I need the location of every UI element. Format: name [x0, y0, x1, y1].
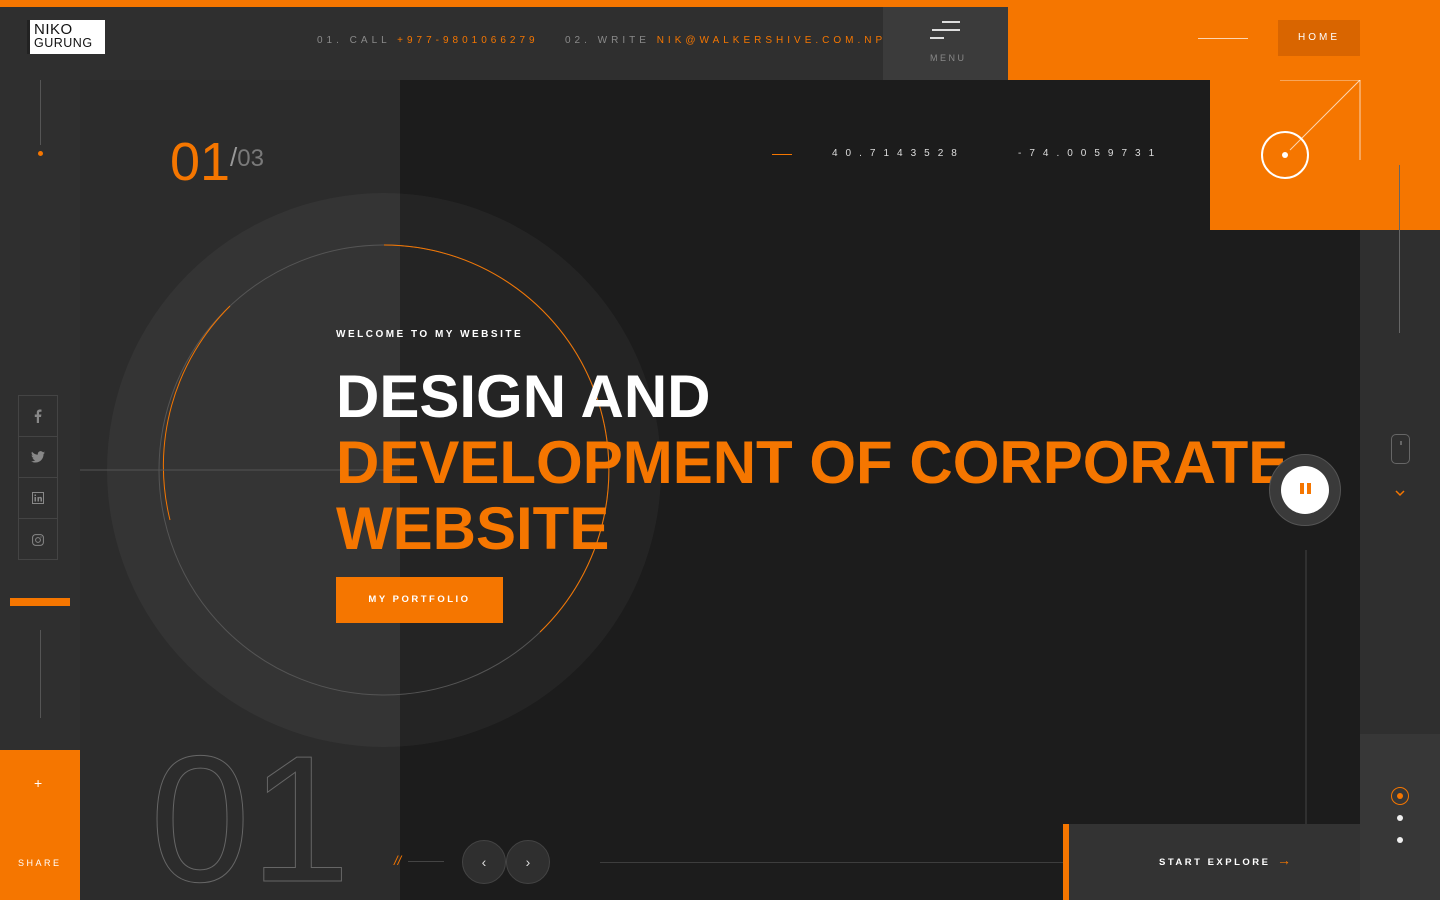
linkedin-icon[interactable] — [19, 478, 57, 519]
left-orange-bar — [10, 598, 70, 606]
call-label: 01. CALL — [317, 35, 391, 46]
share-box[interactable] — [0, 750, 80, 900]
facebook-icon[interactable] — [19, 396, 57, 437]
bottom-line — [600, 862, 1063, 863]
twitter-icon[interactable] — [19, 437, 57, 478]
hamburger-icon[interactable] — [930, 21, 960, 41]
welcome-text: WELCOME TO MY WEBSITE — [336, 329, 524, 340]
prev-slide-button[interactable]: ‹ — [462, 840, 506, 884]
social-links — [18, 395, 58, 560]
left-bottom-line — [40, 630, 41, 718]
plus-icon[interactable]: + — [34, 775, 42, 791]
slide-dot-2[interactable] — [1397, 815, 1403, 821]
home-button[interactable]: HOME — [1278, 20, 1360, 56]
hero-title-line2: DEVELOPMENT OF CORPORATE — [336, 429, 1289, 496]
share-label[interactable]: SHARE — [18, 858, 62, 868]
nav-line — [408, 861, 444, 862]
hero-title-line1: DESIGN AND — [336, 363, 711, 430]
call-value[interactable]: +977-9801066279 — [397, 35, 538, 46]
chevron-left-icon: ‹ — [481, 854, 487, 870]
menu-label: MENU — [930, 53, 967, 63]
page: NIKO GURUNG 01. CALL +977-9801066279 02.… — [0, 0, 1440, 900]
pause-icon — [1298, 481, 1312, 499]
next-slide-button[interactable]: › — [506, 840, 550, 884]
pause-button[interactable] — [1281, 466, 1329, 514]
slide-total: 03 — [237, 145, 264, 172]
slide-big-number: 01 — [149, 719, 351, 900]
call-contact[interactable]: 01. CALL +977-9801066279 — [317, 35, 539, 46]
write-value[interactable]: NIK@WALKERSHIVE.COM.NP — [657, 35, 886, 46]
logo-line1: NIKO — [34, 21, 73, 38]
coordinate-lng: -74.0059731 — [1018, 148, 1163, 159]
nav-slash: // — [394, 853, 402, 868]
right-top-line — [1399, 165, 1400, 333]
slide-counter-current: 01 — [170, 132, 231, 192]
arrow-right-icon: → — [1277, 852, 1291, 868]
portfolio-button[interactable]: MY PORTFOLIO — [336, 577, 503, 623]
chevron-down-icon[interactable] — [1394, 489, 1406, 500]
left-top-line — [40, 80, 41, 145]
start-explore-label: START EXPLORE — [1159, 857, 1271, 868]
logo[interactable]: NIKO GURUNG — [27, 20, 105, 54]
coordinate-lat: 40.7143528 — [832, 148, 965, 159]
logo-line2: GURUNG — [34, 36, 93, 50]
compass-icon — [1261, 80, 1361, 179]
left-dot — [38, 151, 43, 156]
write-label: 02. WRITE — [565, 35, 650, 46]
slide-counter-total: /03 — [230, 142, 264, 172]
orange-header-block — [1008, 0, 1440, 80]
right-sidebar — [1360, 230, 1440, 734]
hero-title-line3: WEBSITE — [336, 495, 610, 562]
slide-dot-3[interactable] — [1397, 837, 1403, 843]
write-contact[interactable]: 02. WRITE NIK@WALKERSHIVE.COM.NP — [565, 35, 886, 46]
instagram-icon[interactable] — [19, 519, 57, 560]
coordinate-line — [772, 154, 792, 155]
chevron-right-icon: › — [525, 854, 531, 870]
slide-dot-1[interactable] — [1391, 787, 1409, 805]
home-line — [1198, 38, 1248, 39]
menu-button[interactable] — [883, 7, 1008, 80]
scroll-mouse-icon[interactable] — [1391, 434, 1410, 464]
